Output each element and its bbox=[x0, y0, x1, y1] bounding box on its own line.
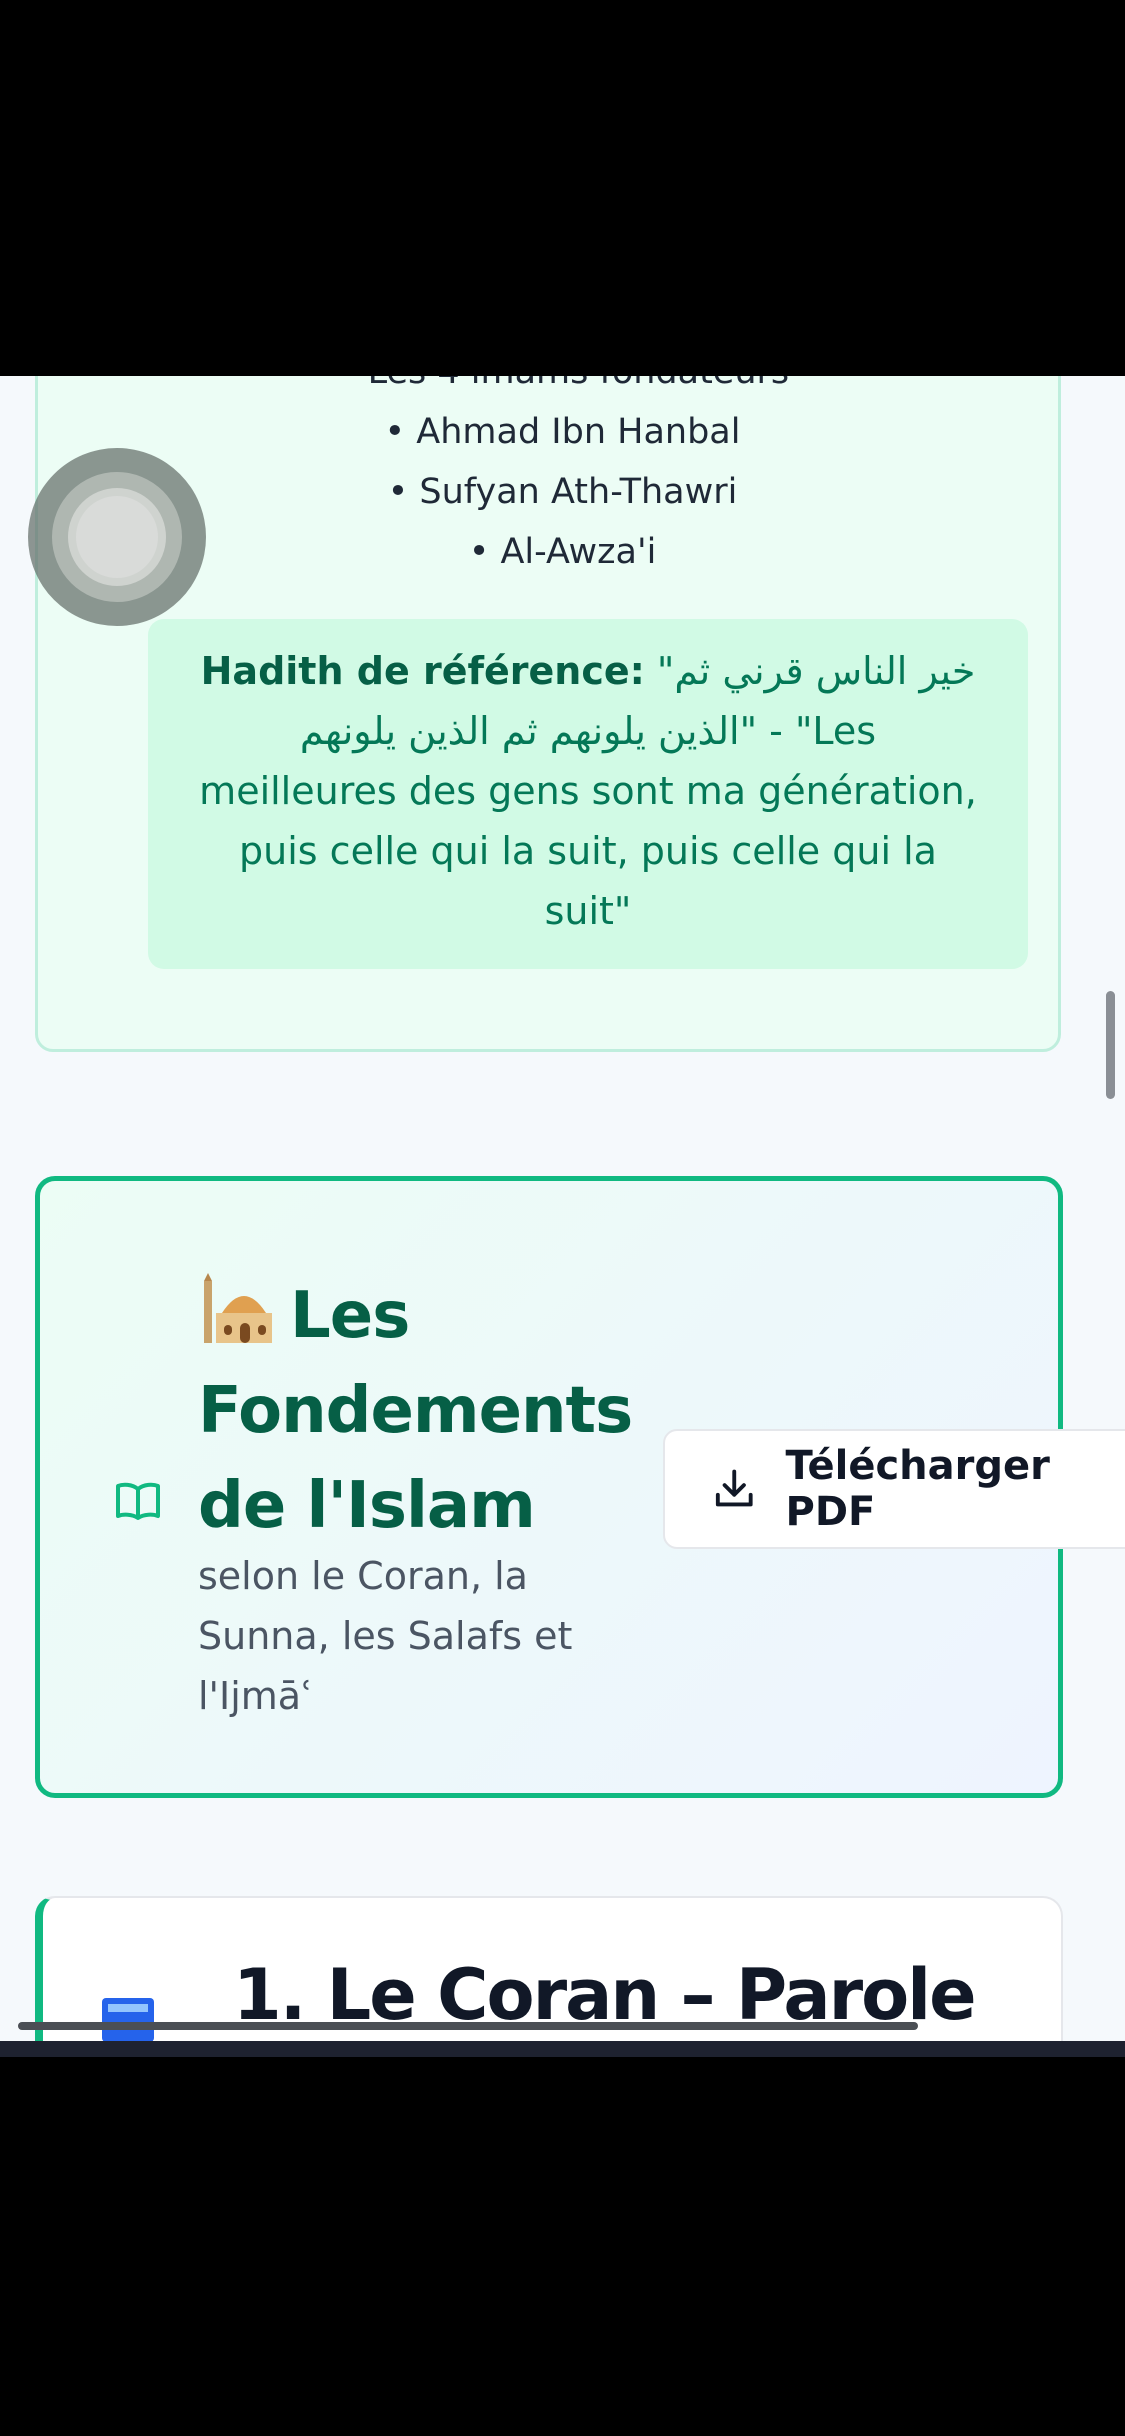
bottom-bar-area bbox=[0, 2041, 1125, 2436]
page-title: Les Fondements de l'Islam bbox=[198, 1279, 633, 1543]
bottom-strip bbox=[0, 2041, 1125, 2057]
book-icon bbox=[102, 1998, 154, 2041]
status-bar-area bbox=[0, 0, 1125, 376]
open-book-icon bbox=[116, 1482, 160, 1520]
home-indicator[interactable] bbox=[18, 2022, 918, 2030]
list-item: • Les 4 imams fondateurs bbox=[0, 376, 1125, 392]
scrollbar-thumb[interactable] bbox=[1106, 991, 1115, 1099]
download-icon bbox=[715, 1469, 753, 1507]
page-viewport[interactable]: Hadith de référence: "خير الناس قرني ثم … bbox=[0, 376, 1125, 2041]
list-item: • Ahmad Ibn Hanbal bbox=[384, 412, 741, 452]
hadith-label: Hadith de référence: bbox=[200, 649, 645, 693]
hadith-box: Hadith de référence: "خير الناس قرني ثم … bbox=[148, 619, 1028, 969]
assistive-touch-button[interactable] bbox=[28, 448, 206, 626]
download-pdf-button[interactable]: Télécharger PDF bbox=[663, 1429, 1125, 1549]
page-subtitle: selon le Coran, la Sunna, les Salafs et … bbox=[198, 1554, 573, 1718]
download-pdf-label: Télécharger PDF bbox=[785, 1443, 1050, 1535]
